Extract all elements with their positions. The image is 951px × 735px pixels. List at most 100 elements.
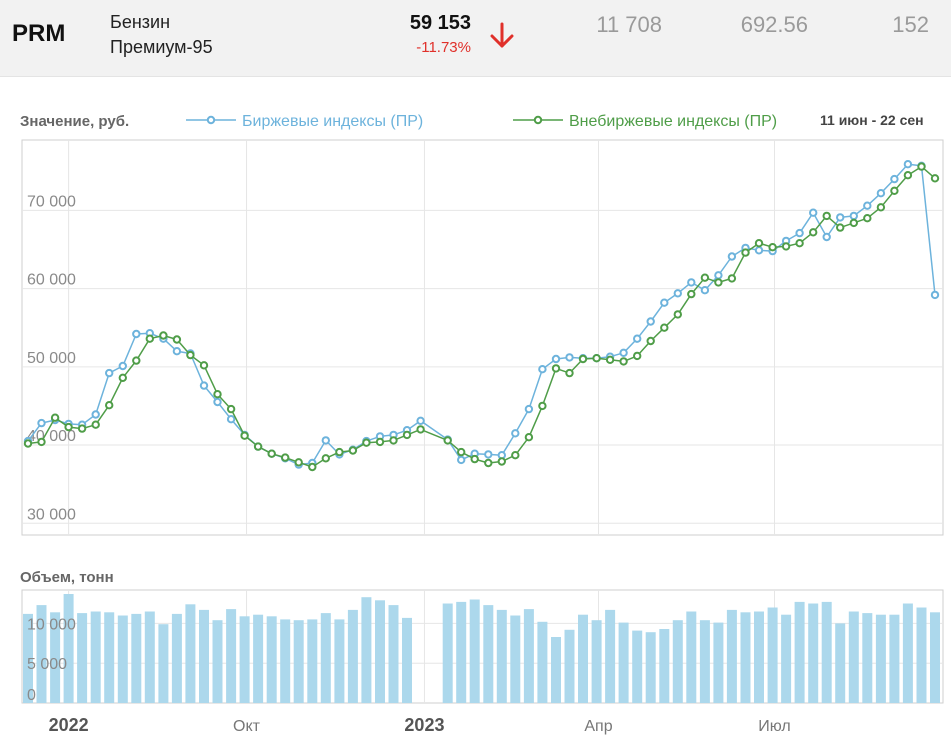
price-y-tick-label: 70 000	[27, 193, 76, 210]
volume-bar	[388, 605, 399, 703]
x-tick-label: Окт	[233, 718, 261, 735]
legend-exchange-marker	[206, 115, 216, 125]
volume-bar	[889, 614, 900, 703]
volume-bar	[347, 609, 358, 703]
exchange-series-point	[551, 354, 561, 364]
exchange-series-point	[118, 361, 128, 371]
x-tick-label: 2022	[49, 715, 89, 735]
otc-series-point	[673, 310, 682, 319]
otc-series-point	[213, 390, 222, 399]
volume-y-tick-label: 5 000	[27, 656, 67, 673]
exchange-series-point	[660, 298, 669, 307]
otc-series-point	[375, 437, 385, 447]
volume-bar	[320, 613, 331, 703]
exchange-series-point	[890, 174, 899, 184]
otc-series-point	[253, 442, 263, 451]
otc-series-point	[132, 356, 141, 365]
volume-axis-title: Объем, тонн	[20, 569, 114, 586]
volume-bar	[266, 616, 277, 703]
price-y-tick-label: 60 000	[27, 272, 76, 289]
otc-series-point	[917, 162, 926, 171]
otc-series-point	[199, 361, 209, 370]
otc-series-point	[91, 420, 100, 429]
volume-bar	[144, 611, 155, 703]
volume-y-tick-label: 0	[27, 687, 36, 704]
exchange-series-point	[646, 317, 655, 326]
volume-bar	[104, 612, 115, 703]
otc-series-point	[524, 433, 534, 442]
otc-series-point	[308, 462, 317, 472]
volume-bar	[469, 599, 480, 703]
legend-otc[interactable]: Внебиржевые индексы (ПР)	[513, 113, 777, 130]
otc-series-point	[402, 430, 412, 440]
otc-series-point	[267, 449, 276, 458]
volume-bars	[23, 594, 940, 703]
volume-bar	[185, 604, 196, 703]
otc-series-point	[633, 351, 642, 361]
otc-series-point	[172, 335, 182, 344]
exchange-series-point	[673, 289, 682, 298]
otc-series-point	[362, 438, 371, 447]
otc-series-point	[849, 218, 858, 228]
volume-bar	[767, 607, 778, 703]
volume-bar	[496, 609, 507, 703]
exchange-series-point	[484, 450, 493, 459]
otc-series-point	[294, 458, 303, 467]
volume-bar	[442, 603, 453, 703]
exchange-series-point	[511, 429, 520, 438]
legend-otc-marker	[533, 115, 543, 125]
volume-bar	[77, 613, 88, 703]
volume-bar	[686, 611, 697, 703]
volume-bar	[361, 597, 372, 703]
volume-bar	[930, 612, 940, 703]
volume-y-tick-label: 10 000	[27, 616, 76, 633]
legend-otc-label: Внебиржевые индексы (ПР)	[569, 113, 777, 130]
otc-series-point	[335, 447, 344, 457]
otc-series-point	[768, 243, 777, 252]
volume-bar	[90, 611, 101, 703]
volume-bar	[307, 619, 318, 703]
volume-bar	[808, 603, 819, 703]
otc-series-point	[50, 413, 60, 422]
legend-exchange[interactable]: Биржевые индексы (ПР)	[186, 113, 423, 130]
otc-series-point	[37, 437, 46, 447]
volume-bar	[591, 620, 602, 703]
otc-series-point	[511, 451, 520, 460]
otc-series-point	[145, 334, 155, 343]
volume-bar	[916, 607, 927, 703]
otc-series-point	[876, 203, 886, 212]
otc-series-point	[903, 171, 913, 180]
volume-bar	[537, 621, 548, 703]
volume-bar	[63, 594, 74, 703]
otc-series-point	[159, 331, 168, 340]
exchange-series-point	[727, 252, 737, 261]
otc-series-point	[551, 364, 561, 373]
volume-bar	[171, 613, 182, 703]
volume-bar	[158, 624, 169, 703]
otc-series-point	[754, 239, 764, 248]
exchange-series-point	[714, 271, 723, 280]
volume-bar	[117, 615, 128, 703]
exchange-series-point	[754, 246, 764, 255]
date-range-label[interactable]: 11 июн - 22 сен	[820, 112, 924, 128]
exchange-series-point	[321, 436, 330, 445]
price-volume-chart: 30 00040 00050 00060 00070 000 Значение,…	[20, 112, 944, 735]
volume-bar	[578, 614, 588, 703]
otc-series-point	[389, 436, 398, 445]
otc-series-point	[687, 289, 696, 299]
exchange-series-point	[172, 347, 182, 356]
exchange-series-point	[619, 348, 628, 357]
exchange-series-point	[457, 455, 466, 465]
price-y-tick-label: 30 000	[27, 506, 76, 523]
volume-bar	[821, 601, 832, 703]
exchange-series-point	[700, 286, 710, 295]
otc-series-point	[836, 223, 845, 232]
volume-bar	[523, 609, 534, 703]
volume-bar	[456, 601, 467, 703]
exchange-series-point	[105, 368, 114, 378]
otc-series-point	[226, 404, 236, 414]
x-tick-label: 2023	[404, 715, 444, 735]
volume-bar	[659, 629, 670, 703]
otc-series-point	[77, 424, 87, 433]
volume-bar	[713, 622, 724, 703]
